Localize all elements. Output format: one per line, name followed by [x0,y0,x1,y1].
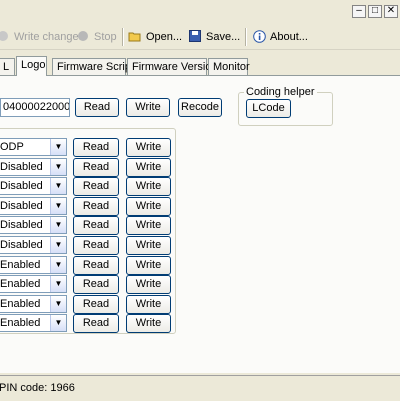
open-button[interactable]: Open... [128,28,182,46]
option-write-button[interactable]: Write [126,197,171,216]
chevron-down-icon[interactable]: ▼ [50,178,66,194]
option-select-value: Disabled [0,219,43,231]
coding-input[interactable]: 040000220000 [0,98,70,117]
about-label: About... [270,31,308,43]
option-write-button[interactable]: Write [126,158,171,177]
option-select-value: Enabled [0,259,41,271]
option-write-button[interactable]: Write [126,216,171,235]
about-button[interactable]: About... [252,28,308,46]
option-select-value: Enabled [0,317,41,329]
option-read-button[interactable]: Read [73,197,119,216]
option-select[interactable]: Enabled ▼ [0,256,67,274]
option-read-button[interactable]: Read [73,216,119,235]
option-select[interactable]: Enabled ▼ [0,275,67,293]
option-select-value: Enabled [0,298,41,310]
chevron-down-icon[interactable]: ▼ [50,276,66,292]
toolbar-separator [245,28,247,46]
option-select[interactable]: Disabled ▼ [0,236,67,254]
option-select-value: Disabled [0,180,43,192]
option-read-button[interactable]: Read [73,256,119,275]
option-select-value: Disabled [0,200,43,212]
recode-button[interactable]: Recode [178,98,222,117]
coding-write-button[interactable]: Write [126,98,170,117]
save-label: Save... [206,31,241,43]
open-folder-icon [128,30,142,44]
option-select[interactable]: Disabled ▼ [0,158,67,176]
option-select-value: ODP [0,141,24,153]
chevron-down-icon[interactable]: ▼ [50,237,66,253]
open-label: Open... [146,31,183,43]
toolbar-separator [122,28,124,46]
option-read-button[interactable]: Read [73,275,119,294]
chevron-down-icon[interactable]: ▼ [50,257,66,273]
tab-l[interactable]: L [0,58,15,75]
coding-helper-title: Coding helper [244,86,317,98]
write-changes-button[interactable]: Write changes [0,28,84,46]
minimize-button[interactable]: – [352,5,366,18]
option-select-value: Disabled [0,239,43,251]
chevron-down-icon[interactable]: ▼ [50,139,66,155]
lcode-button[interactable]: LCode [246,99,291,118]
chevron-down-icon[interactable]: ▼ [50,217,66,233]
stop-icon [76,30,90,44]
option-select[interactable]: ODP ▼ [0,138,67,156]
write-changes-icon [0,30,10,44]
option-select[interactable]: Disabled ▼ [0,216,67,234]
option-write-button[interactable]: Write [126,275,171,294]
option-read-button[interactable]: Read [73,158,119,177]
tab-firmware-script[interactable]: Firmware Script [52,58,134,75]
chevron-down-icon[interactable]: ▼ [50,315,66,331]
chevron-down-icon[interactable]: ▼ [50,296,66,312]
option-read-button[interactable]: Read [73,177,119,196]
close-button[interactable]: ✕ [384,5,398,18]
option-read-button[interactable]: Read [73,138,119,157]
stop-button[interactable]: Stop [76,28,117,46]
option-read-button[interactable]: Read [73,314,119,333]
option-write-button[interactable]: Write [126,256,171,275]
pin-code-status: PIN code: 1966 [0,382,75,394]
stop-label: Stop [94,31,117,43]
option-write-button[interactable]: Write [126,314,171,333]
option-read-button[interactable]: Read [73,236,119,255]
option-select-value: Disabled [0,161,43,173]
option-read-button[interactable]: Read [73,295,119,314]
option-select[interactable]: Disabled ▼ [0,197,67,215]
option-write-button[interactable]: Write [126,295,171,314]
coding-read-button[interactable]: Read [75,98,119,117]
save-button[interactable]: Save... [188,28,240,46]
chevron-down-icon[interactable]: ▼ [50,159,66,175]
option-write-button[interactable]: Write [126,236,171,255]
write-changes-label: Write changes [14,31,85,43]
tab-logo[interactable]: Logo [16,56,47,76]
option-select[interactable]: Disabled ▼ [0,177,67,195]
save-disk-icon [188,30,202,44]
tab-monitor[interactable]: Monitor [208,58,250,75]
chevron-down-icon[interactable]: ▼ [50,198,66,214]
option-write-button[interactable]: Write [126,138,171,157]
tab-firmware-version[interactable]: Firmware Version [127,58,218,75]
option-select[interactable]: Enabled ▼ [0,295,67,313]
option-select-value: Enabled [0,278,41,290]
option-select[interactable]: Enabled ▼ [0,314,67,332]
info-icon [252,30,266,44]
option-write-button[interactable]: Write [126,177,171,196]
maximize-button[interactable]: □ [368,5,382,18]
title-bar [0,0,400,24]
